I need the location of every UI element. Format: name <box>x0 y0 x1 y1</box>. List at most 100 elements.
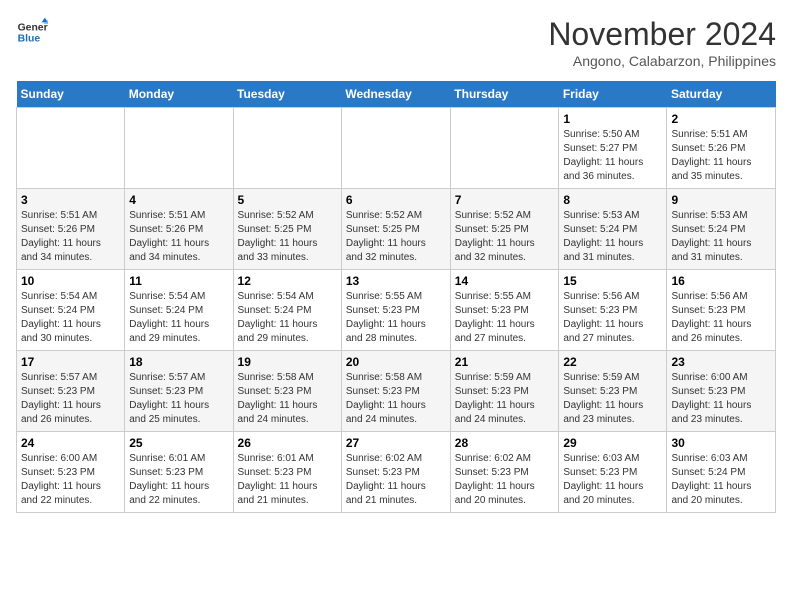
calendar-cell: 4 Sunrise: 5:51 AM Sunset: 5:26 PM Daylig… <box>125 189 233 270</box>
day-info: Sunrise: 5:56 AM Sunset: 5:23 PM Dayligh… <box>563 290 662 346</box>
day-number: 20 <box>346 355 446 369</box>
calendar-cell: 9 Sunrise: 5:53 AM Sunset: 5:24 PM Daylig… <box>667 189 776 270</box>
calendar-cell <box>233 108 341 189</box>
calendar-week-row: 17 Sunrise: 5:57 AM Sunset: 5:23 PM Dayli… <box>17 351 776 432</box>
day-info: Sunrise: 5:58 AM Sunset: 5:23 PM Dayligh… <box>238 371 337 427</box>
day-number: 28 <box>455 436 555 450</box>
weekday-header: Friday <box>559 81 667 108</box>
calendar-cell: 10 Sunrise: 5:54 AM Sunset: 5:24 PM Dayli… <box>17 270 125 351</box>
day-info: Sunrise: 5:51 AM Sunset: 5:26 PM Dayligh… <box>671 128 771 184</box>
day-number: 4 <box>129 193 228 207</box>
day-number: 3 <box>21 193 120 207</box>
day-number: 17 <box>21 355 120 369</box>
day-number: 14 <box>455 274 555 288</box>
title-block: November 2024 Angono, Calabarzon, Philip… <box>548 16 776 69</box>
day-number: 9 <box>671 193 771 207</box>
day-number: 10 <box>21 274 120 288</box>
day-number: 21 <box>455 355 555 369</box>
day-info: Sunrise: 5:53 AM Sunset: 5:24 PM Dayligh… <box>671 209 771 265</box>
calendar-cell: 8Sunrise: 5:53 AM Sunset: 5:24 PM Daylig… <box>559 189 667 270</box>
calendar-cell: 22 Sunrise: 5:59 AM Sunset: 5:23 PM Dayli… <box>559 351 667 432</box>
calendar-cell: 7 Sunrise: 5:52 AM Sunset: 5:25 PM Daylig… <box>450 189 559 270</box>
day-info: Sunrise: 5:52 AM Sunset: 5:25 PM Dayligh… <box>238 209 337 265</box>
day-number: 11 <box>129 274 228 288</box>
day-info: Sunrise: 6:03 AM Sunset: 5:24 PM Dayligh… <box>671 452 771 508</box>
calendar-week-row: 1 Sunrise: 5:50 AM Sunset: 5:27 PM Daylig… <box>17 108 776 189</box>
day-info: Sunrise: 5:59 AM Sunset: 5:23 PM Dayligh… <box>563 371 662 427</box>
month-title: November 2024 <box>548 16 776 53</box>
day-info: Sunrise: 6:02 AM Sunset: 5:23 PM Dayligh… <box>455 452 555 508</box>
day-info: Sunrise: 5:54 AM Sunset: 5:24 PM Dayligh… <box>21 290 120 346</box>
calendar-cell: 24Sunrise: 6:00 AM Sunset: 5:23 PM Dayli… <box>17 432 125 513</box>
logo: General Blue <box>16 16 48 48</box>
calendar-cell: 26 Sunrise: 6:01 AM Sunset: 5:23 PM Dayli… <box>233 432 341 513</box>
svg-text:General: General <box>18 22 48 33</box>
day-number: 23 <box>671 355 771 369</box>
day-info: Sunrise: 5:53 AM Sunset: 5:24 PM Dayligh… <box>563 209 662 265</box>
calendar-cell: 6 Sunrise: 5:52 AM Sunset: 5:25 PM Daylig… <box>341 189 450 270</box>
calendar-cell: 17Sunrise: 5:57 AM Sunset: 5:23 PM Dayli… <box>17 351 125 432</box>
day-number: 16 <box>671 274 771 288</box>
calendar-week-row: 10 Sunrise: 5:54 AM Sunset: 5:24 PM Dayli… <box>17 270 776 351</box>
calendar-cell: 15 Sunrise: 5:56 AM Sunset: 5:23 PM Dayli… <box>559 270 667 351</box>
logo-icon: General Blue <box>16 16 48 48</box>
calendar-week-row: 24Sunrise: 6:00 AM Sunset: 5:23 PM Dayli… <box>17 432 776 513</box>
calendar-table: SundayMondayTuesdayWednesdayThursdayFrid… <box>16 81 776 513</box>
day-info: Sunrise: 5:54 AM Sunset: 5:24 PM Dayligh… <box>238 290 337 346</box>
day-info: Sunrise: 5:51 AM Sunset: 5:26 PM Dayligh… <box>129 209 228 265</box>
day-info: Sunrise: 5:54 AM Sunset: 5:24 PM Dayligh… <box>129 290 228 346</box>
day-number: 12 <box>238 274 337 288</box>
day-info: Sunrise: 5:56 AM Sunset: 5:23 PM Dayligh… <box>671 290 771 346</box>
day-info: Sunrise: 5:51 AM Sunset: 5:26 PM Dayligh… <box>21 209 120 265</box>
calendar-cell <box>17 108 125 189</box>
day-info: Sunrise: 5:55 AM Sunset: 5:23 PM Dayligh… <box>455 290 555 346</box>
day-info: Sunrise: 5:52 AM Sunset: 5:25 PM Dayligh… <box>346 209 446 265</box>
weekday-header: Thursday <box>450 81 559 108</box>
calendar-cell: 19 Sunrise: 5:58 AM Sunset: 5:23 PM Dayli… <box>233 351 341 432</box>
day-number: 30 <box>671 436 771 450</box>
day-number: 5 <box>238 193 337 207</box>
calendar-cell: 3 Sunrise: 5:51 AM Sunset: 5:26 PM Daylig… <box>17 189 125 270</box>
day-info: Sunrise: 6:00 AM Sunset: 5:23 PM Dayligh… <box>671 371 771 427</box>
calendar-cell: 16 Sunrise: 5:56 AM Sunset: 5:23 PM Dayli… <box>667 270 776 351</box>
day-info: Sunrise: 5:59 AM Sunset: 5:23 PM Dayligh… <box>455 371 555 427</box>
calendar-cell: 21 Sunrise: 5:59 AM Sunset: 5:23 PM Dayli… <box>450 351 559 432</box>
weekday-header: Tuesday <box>233 81 341 108</box>
day-number: 26 <box>238 436 337 450</box>
day-number: 29 <box>563 436 662 450</box>
day-number: 15 <box>563 274 662 288</box>
calendar-cell: 1 Sunrise: 5:50 AM Sunset: 5:27 PM Daylig… <box>559 108 667 189</box>
page-header: General Blue November 2024 Angono, Calab… <box>16 16 776 69</box>
calendar-cell: 5 Sunrise: 5:52 AM Sunset: 5:25 PM Daylig… <box>233 189 341 270</box>
day-number: 27 <box>346 436 446 450</box>
weekday-header: Monday <box>125 81 233 108</box>
calendar-cell: 14 Sunrise: 5:55 AM Sunset: 5:23 PM Dayli… <box>450 270 559 351</box>
calendar-cell: 25Sunrise: 6:01 AM Sunset: 5:23 PM Dayli… <box>125 432 233 513</box>
day-info: Sunrise: 5:55 AM Sunset: 5:23 PM Dayligh… <box>346 290 446 346</box>
day-info: Sunrise: 6:02 AM Sunset: 5:23 PM Dayligh… <box>346 452 446 508</box>
calendar-cell: 29Sunrise: 6:03 AM Sunset: 5:23 PM Dayli… <box>559 432 667 513</box>
day-number: 6 <box>346 193 446 207</box>
day-info: Sunrise: 5:58 AM Sunset: 5:23 PM Dayligh… <box>346 371 446 427</box>
calendar-cell: 13Sunrise: 5:55 AM Sunset: 5:23 PM Dayli… <box>341 270 450 351</box>
day-info: Sunrise: 5:52 AM Sunset: 5:25 PM Dayligh… <box>455 209 555 265</box>
day-number: 25 <box>129 436 228 450</box>
day-number: 7 <box>455 193 555 207</box>
location: Angono, Calabarzon, Philippines <box>548 53 776 69</box>
day-info: Sunrise: 6:01 AM Sunset: 5:23 PM Dayligh… <box>238 452 337 508</box>
calendar-cell: 18Sunrise: 5:57 AM Sunset: 5:23 PM Dayli… <box>125 351 233 432</box>
day-info: Sunrise: 5:50 AM Sunset: 5:27 PM Dayligh… <box>563 128 662 184</box>
day-number: 19 <box>238 355 337 369</box>
day-number: 2 <box>671 112 771 126</box>
calendar-week-row: 3 Sunrise: 5:51 AM Sunset: 5:26 PM Daylig… <box>17 189 776 270</box>
calendar-cell: 23 Sunrise: 6:00 AM Sunset: 5:23 PM Dayli… <box>667 351 776 432</box>
calendar-cell: 20 Sunrise: 5:58 AM Sunset: 5:23 PM Dayli… <box>341 351 450 432</box>
weekday-header: Saturday <box>667 81 776 108</box>
calendar-cell: 30 Sunrise: 6:03 AM Sunset: 5:24 PM Dayli… <box>667 432 776 513</box>
calendar-cell <box>450 108 559 189</box>
day-number: 22 <box>563 355 662 369</box>
day-info: Sunrise: 5:57 AM Sunset: 5:23 PM Dayligh… <box>129 371 228 427</box>
calendar-cell: 28 Sunrise: 6:02 AM Sunset: 5:23 PM Dayli… <box>450 432 559 513</box>
day-number: 1 <box>563 112 662 126</box>
calendar-cell <box>125 108 233 189</box>
